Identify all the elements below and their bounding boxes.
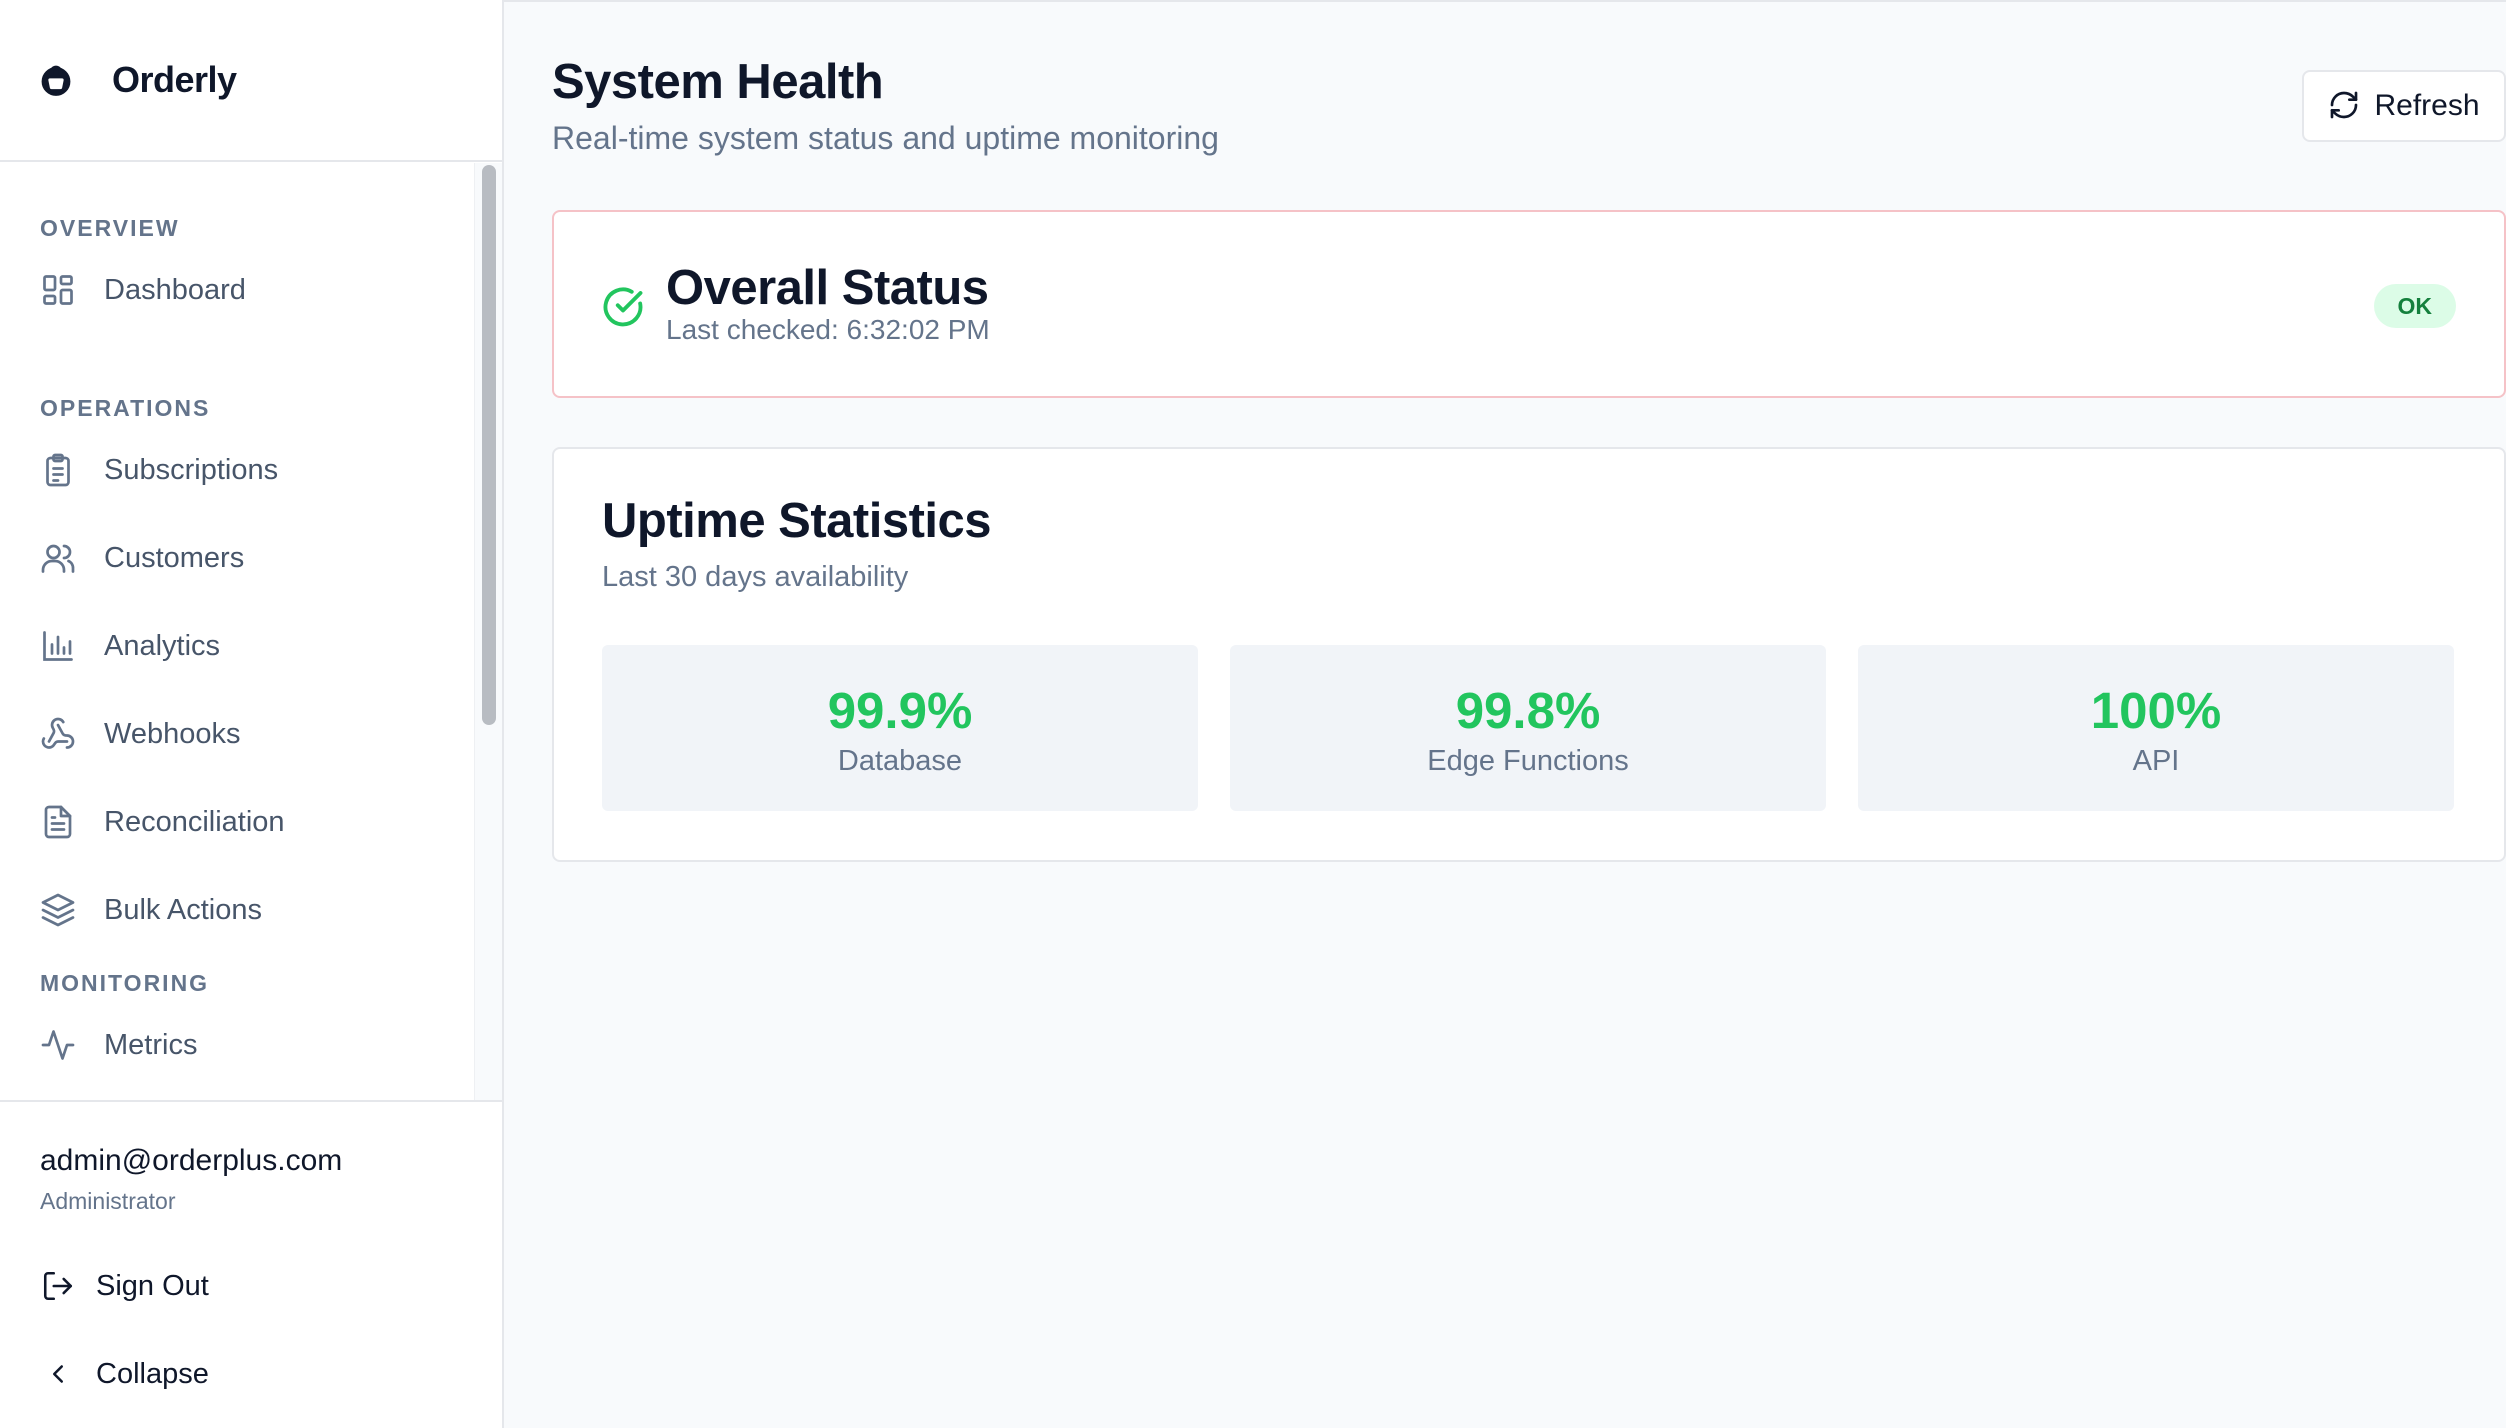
refresh-icon [2328,89,2360,124]
stat-label: Database [837,745,963,777]
refresh-button[interactable]: Refresh [2302,70,2506,142]
sidebar-item-label: Metrics [104,1028,198,1061]
overall-status-title: Overall Status [666,261,989,315]
activity-icon [38,1025,78,1065]
section-label-overview: OVERVIEW [40,215,180,241]
sidebar-item-label: Dashboard [104,273,246,306]
chevron-left-icon [38,1354,78,1394]
stat-tile-database: 99.9% Database [602,645,1198,811]
dashboard-icon [38,270,78,310]
user-email: admin@orderplus.com [40,1144,343,1177]
check-circle-icon [602,286,644,328]
main-content: System Health Real-time system status an… [504,0,2506,1428]
section-label-operations: OPERATIONS [40,395,211,421]
clipboard-list-icon [38,450,78,490]
user-role: Administrator [40,1188,176,1214]
sidebar-item-webhooks[interactable]: Webhooks [38,704,458,764]
brand[interactable]: Orderly [0,0,502,162]
stat-label: Edge Functions [1427,745,1629,777]
users-icon [38,538,78,578]
shopping-bag-icon [38,62,74,98]
status-badge: OK [2373,284,2456,328]
stat-value: 100% [2090,682,2222,739]
collapse-button[interactable]: Collapse [38,1344,458,1404]
stat-label: API [2132,745,2180,777]
sidebar-item-customers[interactable]: Customers [38,528,458,588]
brand-name: Orderly [112,59,237,100]
sidebar-nav: OVERVIEW Dashboard OPERATIONS Subscripti… [0,163,474,1100]
sidebar-item-bulk-actions[interactable]: Bulk Actions [38,880,458,940]
page-subtitle: Real-time system status and uptime monit… [552,120,1219,156]
sidebar-item-subscriptions[interactable]: Subscriptions [38,440,458,500]
sidebar-item-reconciliation[interactable]: Reconciliation [38,792,458,852]
sidebar-footer: admin@orderplus.com Administrator Sign O… [0,1100,502,1428]
layers-icon [38,890,78,930]
stat-value: 99.8% [1455,682,1601,739]
uptime-title: Uptime Statistics [602,494,992,548]
sidebar-item-label: Subscriptions [104,453,279,486]
sidebar-item-label: Webhooks [104,717,241,750]
page-title: System Health [552,55,884,109]
sidebar-item-dashboard[interactable]: Dashboard [38,260,458,320]
refresh-label: Refresh [2374,89,2480,122]
scrollbar-thumb[interactable] [482,165,496,725]
file-text-icon [38,802,78,842]
sidebar-item-label: Customers [104,541,245,574]
sidebar-item-label: Bulk Actions [104,893,262,926]
collapse-label: Collapse [96,1357,209,1390]
sign-out-button[interactable]: Sign Out [38,1256,458,1316]
sidebar-item-metrics[interactable]: Metrics [38,1015,458,1075]
bar-chart-icon [38,626,78,666]
sidebar: Orderly OVERVIEW Dashboard OPERATIONS Su… [0,0,504,1428]
uptime-statistics-card: Uptime Statistics Last 30 days availabil… [552,447,2506,862]
log-out-icon [38,1266,78,1306]
sidebar-item-label: Analytics [104,629,221,662]
section-label-monitoring: MONITORING [40,970,210,996]
sign-out-label: Sign Out [96,1269,209,1302]
app-root: Orderly OVERVIEW Dashboard OPERATIONS Su… [0,0,2506,1428]
stat-value: 99.9% [827,682,973,739]
overall-status-card: Overall Status Last checked: 6:32:02 PM … [552,210,2506,398]
sidebar-item-label: Reconciliation [104,805,285,838]
last-checked-text: Last checked: 6:32:02 PM [666,314,990,345]
stat-tile-edge-functions: 99.8% Edge Functions [1230,645,1826,811]
webhook-icon [38,714,78,754]
uptime-subtitle: Last 30 days availability [602,561,909,593]
sidebar-item-analytics[interactable]: Analytics [38,616,458,676]
stat-tile-api: 100% API [1858,645,2454,811]
sidebar-scrollbar[interactable] [474,163,502,1100]
